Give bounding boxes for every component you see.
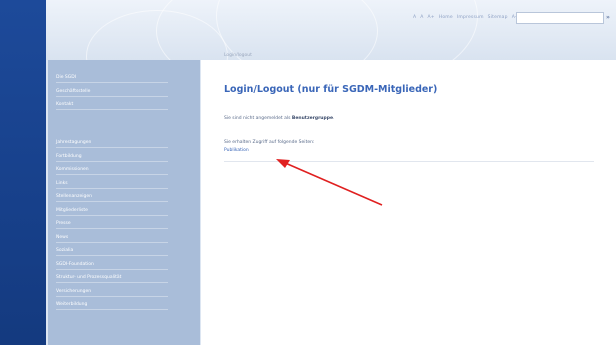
search-input[interactable]	[516, 12, 604, 24]
breadcrumb[interactable]: Login/logout	[224, 53, 252, 58]
sidebar-item-mitgliederliste[interactable]: Mitgliederliste	[56, 208, 168, 216]
left-brand-strip	[0, 0, 46, 345]
sidebar-item-weiterbildung[interactable]: Weiterbildung	[56, 302, 168, 310]
sidebar-item-die-sgdi[interactable]: Die SGDI	[56, 75, 168, 83]
login-status-text: Sie sind nicht angemeldet als Benutzergr…	[224, 116, 334, 121]
main-content: Login/logout Login/Logout (nur für SGDM-…	[201, 53, 616, 345]
sitemap-link[interactable]: Sitemap	[488, 15, 508, 20]
search-go-button[interactable]: »	[604, 12, 612, 22]
sidebar-item-kommissionen[interactable]: Kommissionen	[56, 167, 168, 175]
sidebar-item-jahrestagungen[interactable]: Jahrestagungen	[56, 140, 168, 148]
page-wrapper: A A A+ Home Impressum Sitemap A-Z » Die …	[46, 0, 616, 345]
sidebar-item-struktur-prozessqualitaet[interactable]: Struktur- und Prozessqualität	[56, 275, 168, 283]
home-link[interactable]: Home	[439, 15, 453, 20]
sidebar-item-links[interactable]: Links	[56, 181, 168, 189]
font-size-normal-link[interactable]: A	[420, 15, 423, 20]
sidebar-item-foundation[interactable]: SGDI-Foundation	[56, 262, 168, 270]
sidebar-item-sozialia[interactable]: Sozialia	[56, 248, 168, 256]
sidebar-navigation: Die SGDI Geschäftsstelle Kontakt Jahrest…	[48, 60, 200, 345]
sidebar-item-presse[interactable]: Presse	[56, 221, 168, 229]
header-decoration	[216, 0, 478, 60]
access-pages-label: Sie erhalten Zugriff auf folgende Seiten…	[224, 140, 315, 145]
sidebar-item-versicherungen[interactable]: Versicherungen	[56, 289, 168, 297]
sidebar-item-stellenanzeigen[interactable]: Stellenanzeigen	[56, 194, 168, 202]
sidebar-item-news[interactable]: News	[56, 235, 168, 243]
publikation-link[interactable]: Publikation	[224, 148, 249, 153]
impressum-link[interactable]: Impressum	[457, 15, 484, 20]
content-divider	[224, 161, 594, 162]
sidebar-item-geschaeftsstelle[interactable]: Geschäftsstelle	[56, 89, 168, 97]
status-prefix: Sie sind nicht angemeldet als	[224, 116, 291, 121]
sidebar-group-2: Jahrestagungen Fortbildung Kommissionen …	[56, 140, 168, 317]
font-size-small-link[interactable]: A	[413, 15, 416, 20]
sidebar-item-fortbildung[interactable]: Fortbildung	[56, 154, 168, 162]
top-navigation: A A A+ Home Impressum Sitemap A-Z	[413, 10, 520, 24]
site-header: A A A+ Home Impressum Sitemap A-Z »	[46, 0, 616, 60]
page-title: Login/Logout (nur für SGDM-Mitglieder)	[224, 84, 438, 95]
sidebar-item-kontakt[interactable]: Kontakt	[56, 102, 168, 110]
sidebar-group-1: Die SGDI Geschäftsstelle Kontakt	[56, 75, 168, 117]
status-user-group: Benutzergruppe	[291, 116, 333, 121]
font-size-large-link[interactable]: A+	[428, 15, 435, 20]
status-suffix: .	[333, 116, 335, 121]
